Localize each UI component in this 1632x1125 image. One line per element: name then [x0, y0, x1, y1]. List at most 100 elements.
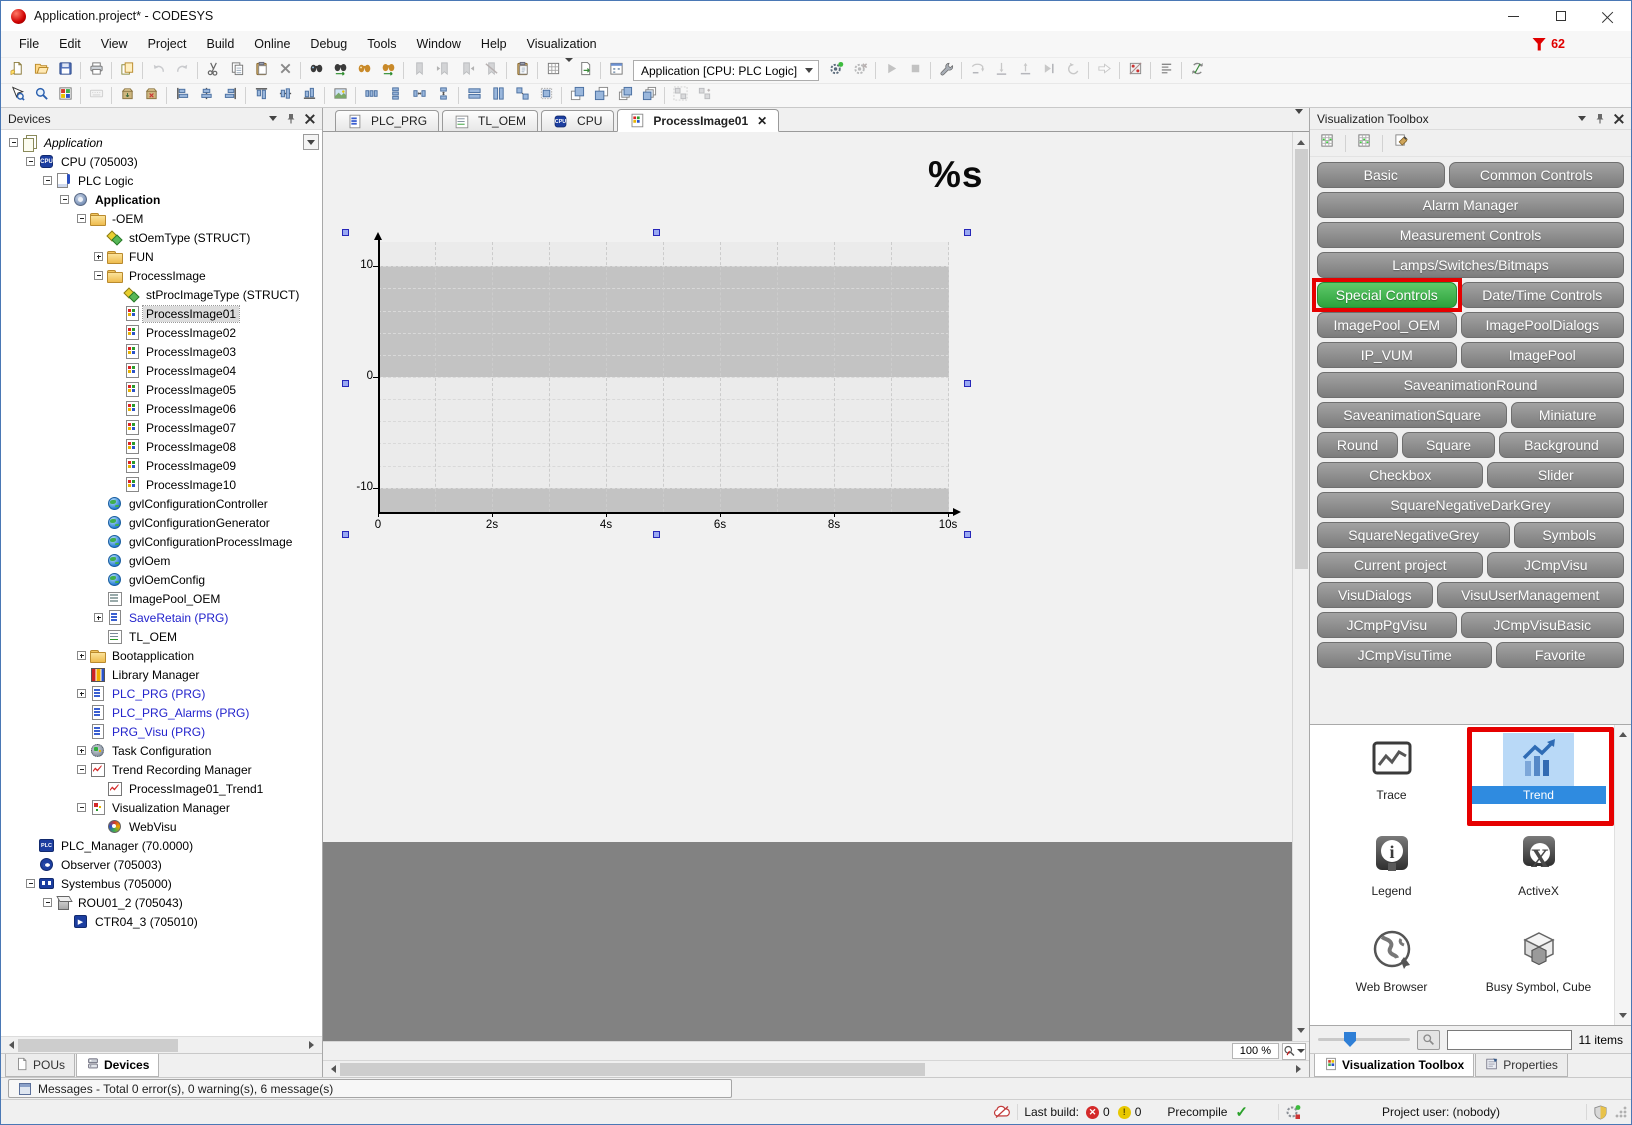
maximize-button[interactable]	[1537, 1, 1584, 31]
tree-item-processimage01[interactable]: ProcessImage01	[1, 304, 322, 323]
category-button-saveanimationsquare[interactable]: SaveanimationSquare	[1317, 402, 1507, 428]
tree-item-webvisu[interactable]: WebVisu	[1, 817, 322, 836]
selection-handle[interactable]	[342, 380, 349, 387]
tree-expander-icon[interactable]	[77, 765, 86, 774]
tree-expander-icon[interactable]	[9, 138, 18, 147]
tree-item-tl-oem[interactable]: TL_OEM	[1, 627, 322, 646]
navigator-tab-devices[interactable]: Devices	[76, 1054, 159, 1077]
tree-expander-icon[interactable]	[26, 157, 35, 166]
category-button-imagepooldialogs[interactable]: ImagePoolDialogs	[1461, 312, 1624, 338]
same-width-button[interactable]	[462, 84, 486, 107]
category-button-favorite[interactable]: Favorite	[1496, 642, 1624, 668]
distribute-horizontal-button[interactable]	[359, 84, 383, 107]
menu-help[interactable]: Help	[471, 33, 517, 55]
tree-expander-icon[interactable]	[94, 271, 103, 280]
build-button[interactable]	[604, 59, 628, 82]
copy-project-button[interactable]	[115, 59, 139, 82]
tree-item-trend-recording-manager[interactable]: Trend Recording Manager	[1, 760, 322, 779]
login-button[interactable]	[824, 59, 848, 82]
toolbox-pin-button[interactable]	[1591, 110, 1609, 127]
tree-item-stprocimagetype-struct-[interactable]: stProcImageType (STRUCT)	[1, 285, 322, 304]
open-project-button[interactable]	[29, 59, 53, 82]
replace-in-project-button[interactable]	[376, 59, 400, 82]
export-button[interactable]	[573, 59, 597, 82]
tree-item-fun[interactable]: FUN	[1, 247, 322, 266]
tree-item-systembus-705000-[interactable]: Systembus (705000)	[1, 874, 322, 893]
copy-button[interactable]	[225, 59, 249, 82]
close-button[interactable]	[1584, 1, 1631, 31]
tree-item-gvlconfigurationgenerator[interactable]: gvlConfigurationGenerator	[1, 513, 322, 532]
start-button[interactable]	[879, 59, 903, 82]
close-tab-icon[interactable]: ✕	[757, 114, 767, 128]
scroll-right-button[interactable]	[1292, 1061, 1309, 1077]
customize-button[interactable]	[1389, 132, 1413, 155]
redo-button[interactable]	[170, 59, 194, 82]
tree-item-plc-logic[interactable]: PLC Logic	[1, 171, 322, 190]
spacing-vertical-button[interactable]	[431, 84, 455, 107]
package-remove-button[interactable]	[139, 84, 163, 107]
menu-online[interactable]: Online	[244, 33, 300, 55]
same-height-button[interactable]	[486, 84, 510, 107]
send-to-back-button[interactable]	[589, 84, 613, 107]
scroll-left-button[interactable]	[323, 1061, 340, 1077]
tree-item-task-configuration[interactable]: Task Configuration	[1, 741, 322, 760]
run-to-cursor-button[interactable]	[1037, 59, 1061, 82]
tree-item-processimage[interactable]: ProcessImage	[1, 266, 322, 285]
category-button-miniature[interactable]: Miniature	[1511, 402, 1624, 428]
category-button-measurement-controls[interactable]: Measurement Controls	[1317, 222, 1624, 248]
slider-thumb[interactable]	[1344, 1032, 1356, 1047]
scroll-down-button[interactable]	[1293, 1024, 1310, 1041]
tree-expander-icon[interactable]	[77, 214, 86, 223]
tree-item-processimage05[interactable]: ProcessImage05	[1, 380, 322, 399]
distribute-vertical-button[interactable]	[383, 84, 407, 107]
insert-elements-button[interactable]	[1315, 132, 1339, 155]
tree-item-imagepool-oem[interactable]: ImagePool_OEM	[1, 589, 322, 608]
tree-expander-icon[interactable]	[60, 195, 69, 204]
tree-item-cpu-705003-[interactable]: CPU (705003)	[1, 152, 322, 171]
tree-expander-icon[interactable]	[43, 898, 52, 907]
breakpoints-button[interactable]	[1123, 59, 1147, 82]
tree-item-saveretain-prg-[interactable]: SaveRetain (PRG)	[1, 608, 322, 627]
category-button-round[interactable]: Round	[1317, 432, 1398, 458]
step-out-button[interactable]	[1013, 59, 1037, 82]
tree-item-prg-visu-prg-[interactable]: PRG_Visu (PRG)	[1, 722, 322, 741]
align-middle-button[interactable]	[273, 84, 297, 107]
category-button-visuusermanagement[interactable]: VisuUserManagement	[1437, 582, 1624, 608]
save-button[interactable]	[53, 59, 77, 82]
same-size-button[interactable]	[510, 84, 534, 107]
tree-item-application[interactable]: Application	[1, 133, 322, 152]
category-button-saveanimationround[interactable]: SaveanimationRound	[1317, 372, 1624, 398]
category-button-jcmpvisubasic[interactable]: JCmpVisuBasic	[1461, 612, 1624, 638]
select-zoom-button[interactable]	[5, 84, 29, 107]
tree-expander-icon[interactable]	[94, 252, 103, 261]
scroll-right-button[interactable]	[305, 1037, 322, 1053]
category-button-checkbox[interactable]: Checkbox	[1317, 462, 1483, 488]
scroll-left-button[interactable]	[1, 1037, 18, 1053]
menu-tools[interactable]: Tools	[357, 33, 406, 55]
tree-item-visualization-manager[interactable]: Visualization Manager	[1, 798, 322, 817]
menu-visualization[interactable]: Visualization	[517, 33, 607, 55]
undo-button[interactable]	[146, 59, 170, 82]
toolbox-tab-properties[interactable]: Properties	[1475, 1054, 1568, 1077]
tree-item-observer-705003-[interactable]: Observer (705003)	[1, 855, 322, 874]
step-into-button[interactable]	[989, 59, 1013, 82]
size-to-grid-button[interactable]	[534, 84, 558, 107]
package-install-button[interactable]	[115, 84, 139, 107]
insert-favorites-button[interactable]	[1352, 132, 1376, 155]
editor-tab-plc_prg[interactable]: PLC_PRG	[335, 110, 439, 131]
toolbox-item-trace[interactable]: Trace	[1318, 733, 1465, 829]
tree-item-library-manager[interactable]: Library Manager	[1, 665, 322, 684]
selection-handle[interactable]	[653, 229, 660, 236]
scroll-down-icon[interactable]	[1619, 1013, 1627, 1022]
device-application-selector[interactable]: Application [CPU: PLC Logic]	[633, 60, 819, 81]
zoom-button[interactable]	[29, 84, 53, 107]
navigator-tab-pous[interactable]: POUs	[5, 1054, 75, 1077]
background-image-button[interactable]	[328, 84, 352, 107]
tree-expander-icon[interactable]	[77, 651, 86, 660]
editor-vertical-scrollbar[interactable]	[1292, 132, 1309, 1041]
toolbox-menu-button[interactable]	[1573, 110, 1591, 127]
category-button-current-project[interactable]: Current project	[1317, 552, 1483, 578]
selection-handle[interactable]	[964, 531, 971, 538]
tree-item-gvloemconfig[interactable]: gvlOemConfig	[1, 570, 322, 589]
toolbox-item-web-browser[interactable]: Web Browser	[1318, 925, 1465, 1021]
